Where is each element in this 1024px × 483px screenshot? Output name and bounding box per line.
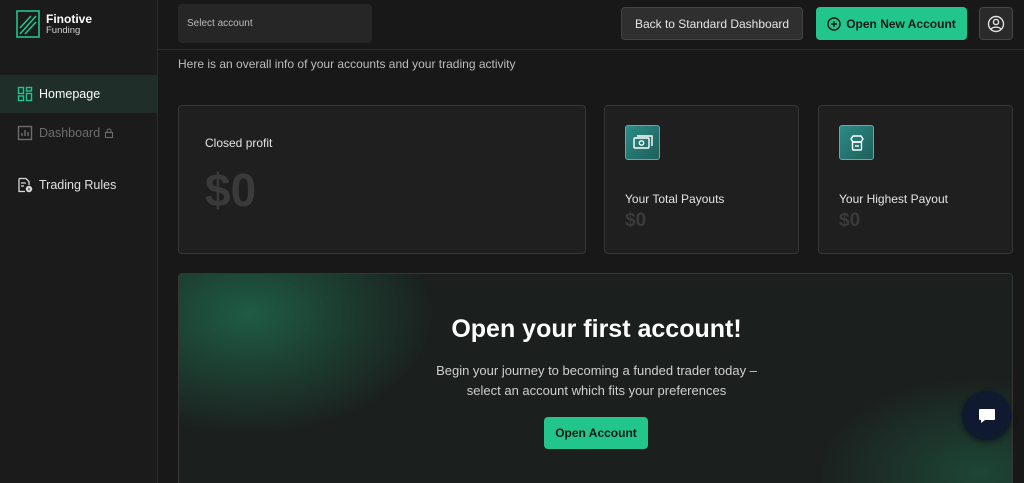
sidebar-item-label: Homepage — [39, 87, 101, 101]
badge-icon — [839, 125, 874, 160]
profile-button[interactable] — [979, 7, 1013, 40]
closed-profit-card: Closed profit $0 — [178, 105, 586, 254]
brand-name: Finotive — [46, 11, 93, 26]
sidebar-item-dashboard[interactable]: Dashboard — [0, 114, 157, 152]
total-payouts-card: Your Total Payouts $0 — [604, 105, 799, 254]
total-payouts-label: Your Total Payouts — [625, 192, 725, 206]
grid-icon — [17, 86, 33, 102]
account-select[interactable]: Select account — [178, 4, 372, 43]
hero-description-line-1: Begin your journey to becoming a funded … — [436, 363, 757, 378]
sidebar-item-label: Dashboard — [39, 126, 101, 140]
closed-profit-value: $0 — [205, 164, 257, 216]
open-first-account-hero: Open your first account! Begin your jour… — [178, 273, 1013, 483]
highest-payout-value: $0 — [839, 210, 861, 231]
chart-icon — [17, 125, 33, 141]
cash-icon — [625, 125, 660, 160]
brand-sub: Funding — [46, 24, 81, 36]
sidebar-item-homepage[interactable]: Homepage — [0, 75, 157, 113]
open-new-account-button[interactable]: Open New Account — [816, 7, 967, 40]
hero-description-line-2: select an account which fits your prefer… — [466, 383, 727, 398]
back-to-standard-dashboard-button[interactable]: Back to Standard Dashboard — [621, 7, 803, 40]
plus-circle-icon — [827, 16, 841, 31]
brand-text: Finotive Funding — [46, 13, 92, 36]
sidebar: Finotive Funding Homepage Dashboard Trad… — [0, 0, 158, 483]
lock-icon — [104, 128, 114, 138]
hero-title: Open your first account! — [451, 315, 742, 343]
closed-profit-label: Closed profit — [205, 136, 273, 150]
highest-payout-card: Your Highest Payout $0 — [818, 105, 1013, 254]
top-bar: Select account Back to Standard Dashboar… — [158, 0, 1024, 50]
open-new-account-label: Open New Account — [846, 16, 956, 31]
chat-bubble-icon — [978, 408, 995, 423]
open-account-button[interactable]: Open Account — [544, 417, 648, 449]
user-circle-icon — [987, 15, 1005, 32]
brand-logo[interactable]: Finotive Funding — [16, 10, 92, 38]
app-root: Finotive Funding Homepage Dashboard Trad… — [0, 0, 1024, 483]
sidebar-item-label: Trading Rules — [39, 178, 117, 192]
hero-description: Begin your journey to becoming a funded … — [179, 361, 1012, 401]
document-info-icon — [17, 177, 33, 193]
chat-button[interactable] — [962, 391, 1011, 440]
total-payouts-value: $0 — [625, 210, 647, 231]
finotive-logo-icon — [16, 10, 40, 38]
intro-text: Here is an overall info of your accounts… — [178, 57, 516, 71]
sidebar-item-trading-rules[interactable]: Trading Rules — [0, 166, 157, 204]
highest-payout-label: Your Highest Payout — [839, 192, 948, 206]
